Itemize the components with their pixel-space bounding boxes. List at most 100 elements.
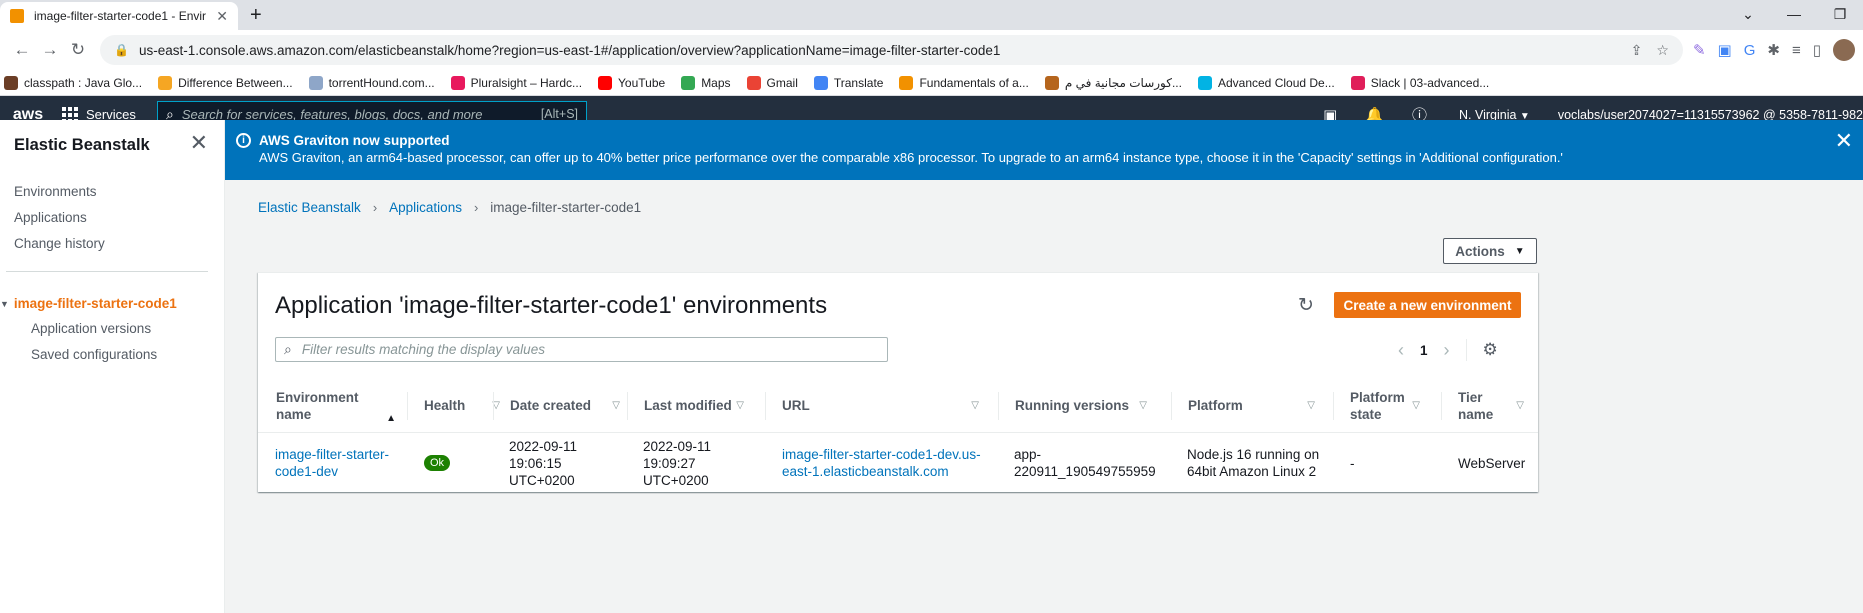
sort-icon[interactable]: ▽ <box>1516 397 1524 414</box>
reload-icon[interactable]: ↻ <box>64 40 92 60</box>
column-url[interactable]: URL ▽ <box>782 378 989 433</box>
breadcrumb-applications[interactable]: Applications <box>389 200 462 215</box>
create-environment-button[interactable]: Create a new environment <box>1334 292 1521 318</box>
bookmark-star-icon[interactable]: ☆ <box>1656 42 1669 59</box>
search-icon: ⌕ <box>284 341 292 357</box>
sidebar-item-application-versions[interactable]: Application versions <box>31 321 151 336</box>
browser-tab[interactable]: image-filter-starter-code1 - Envir ✕ <box>0 2 238 30</box>
bookmark-item[interactable]: كورسات مجانية في م... <box>1044 75 1182 90</box>
column-divider <box>493 392 494 420</box>
bookmark-item[interactable]: Fundamentals of a... <box>899 75 1029 90</box>
current-page[interactable]: 1 <box>1420 343 1428 358</box>
bookmark-favicon-icon <box>4 75 18 90</box>
translate-extension-icon[interactable]: G <box>1744 42 1756 59</box>
column-environment-name[interactable]: Environment name ▲ <box>276 378 406 433</box>
tab-title: image-filter-starter-code1 - Envir <box>34 9 207 23</box>
restore-icon[interactable]: ❐ <box>1817 0 1863 28</box>
minimize-icon[interactable]: — <box>1771 0 1817 28</box>
sort-icon[interactable]: ▽ <box>736 397 744 414</box>
screen-extension-icon[interactable]: ▣ <box>1718 41 1732 59</box>
refresh-icon[interactable]: ↻ <box>1298 294 1314 317</box>
health-badge: Ok <box>424 455 451 471</box>
breadcrumb-current: image-filter-starter-code1 <box>490 200 642 215</box>
actions-button[interactable]: Actions ▼ <box>1443 238 1537 264</box>
sort-icon[interactable]: ▽ <box>1412 397 1420 414</box>
cell-last-modified: 2022-09-11 19:09:27 UTC+0200 <box>643 438 712 488</box>
cell-tier-name: WebServer <box>1458 455 1526 471</box>
sidebar-item-saved-configurations[interactable]: Saved configurations <box>31 347 157 362</box>
browser-tab-bar: image-filter-starter-code1 - Envir ✕ + ⌄… <box>0 0 1863 30</box>
chevron-down-icon[interactable]: ⌄ <box>1725 0 1771 28</box>
forward-icon[interactable]: → <box>36 40 64 60</box>
caret-down-icon[interactable]: ▼ <box>0 299 9 309</box>
column-running-versions[interactable]: Running versions ▽ <box>1015 378 1157 433</box>
back-icon[interactable]: ← <box>8 40 36 60</box>
column-health[interactable]: Health ▽ <box>424 378 510 433</box>
bookmark-label: torrentHound.com... <box>328 75 435 90</box>
bookmark-favicon-icon <box>1044 75 1059 90</box>
filter-box[interactable]: ⌕ <box>275 337 888 362</box>
next-page-icon[interactable]: › <box>1444 340 1450 361</box>
column-divider <box>1441 392 1442 420</box>
column-platform-state[interactable]: Platform state ▽ <box>1350 378 1430 433</box>
column-divider <box>407 392 408 420</box>
profile-avatar[interactable] <box>1833 39 1855 61</box>
sidebar-item-environments[interactable]: Environments <box>14 184 97 199</box>
sidebar-item-applications[interactable]: Applications <box>14 210 87 225</box>
previous-page-icon[interactable]: ‹ <box>1398 340 1404 361</box>
environment-link[interactable]: image-filter-starter-code1-dev <box>275 446 400 480</box>
bookmark-item[interactable]: Translate <box>813 75 884 90</box>
sidebar-item-change-history[interactable]: Change history <box>14 236 105 251</box>
lock-icon[interactable]: 🔒 <box>114 43 129 57</box>
close-sidebar-icon[interactable]: ✕ <box>190 132 208 154</box>
bookmark-item[interactable]: classpath : Java Glo... <box>4 75 142 90</box>
breadcrumb-elastic-beanstalk[interactable]: Elastic Beanstalk <box>258 200 361 215</box>
table-row: image-filter-starter-code1-dev Ok 2022-0… <box>258 433 1538 493</box>
table-header: Environment name ▲ Health ▽ Date created… <box>258 378 1538 433</box>
filter-input[interactable] <box>301 342 879 357</box>
sort-icon[interactable]: ▽ <box>1307 397 1315 414</box>
pager-divider <box>1465 339 1467 361</box>
bookmarks-bar: classpath : Java Glo... Difference Betwee… <box>0 70 1863 96</box>
sort-icon[interactable]: ▽ <box>612 397 620 414</box>
bookmark-favicon-icon <box>308 75 323 90</box>
new-tab-icon[interactable]: + <box>250 2 262 30</box>
column-date-created[interactable]: Date created ▽ <box>510 378 630 433</box>
url-field[interactable]: 🔒 us-east-1.console.aws.amazon.com/elast… <box>100 35 1683 65</box>
column-divider <box>1333 392 1334 420</box>
sort-icon[interactable]: ▽ <box>971 397 979 414</box>
bookmark-label: Translate <box>833 75 884 90</box>
pen-extension-icon[interactable]: ✎ <box>1693 41 1706 59</box>
bookmark-label: كورسات مجانية في م... <box>1064 75 1182 90</box>
sort-icon[interactable]: ▽ <box>1139 397 1147 414</box>
bookmark-item[interactable]: Difference Between... <box>158 75 293 90</box>
bookmark-item[interactable]: Slack | 03-advanced... <box>1350 75 1489 90</box>
side-panel-icon[interactable]: ▯ <box>1813 41 1821 59</box>
gear-icon[interactable]: ⚙ <box>1483 340 1498 360</box>
column-divider <box>765 392 766 420</box>
column-platform[interactable]: Platform ▽ <box>1188 378 1325 433</box>
environment-url-link[interactable]: image-filter-starter-code1-dev.us-east-1… <box>782 446 982 480</box>
close-tab-icon[interactable]: ✕ <box>216 8 228 25</box>
reading-list-icon[interactable]: ≡ <box>1792 42 1801 59</box>
bookmark-item[interactable]: torrentHound.com... <box>308 75 435 90</box>
bookmark-item[interactable]: Pluralsight – Hardc... <box>450 75 582 90</box>
url-text[interactable]: us-east-1.console.aws.amazon.com/elastic… <box>139 43 1631 58</box>
sort-ascending-icon[interactable]: ▲ <box>386 410 396 427</box>
extensions-area: ✎ ▣ G ✱ ≡ ▯ <box>1693 39 1855 61</box>
cell-environment-name: image-filter-starter-code1-dev <box>275 433 400 493</box>
dismiss-banner-icon[interactable]: ✕ <box>1835 130 1853 152</box>
bookmark-favicon-icon <box>681 75 696 90</box>
bookmark-label: Maps <box>701 75 731 90</box>
sidebar-item-application[interactable]: ▼ image-filter-starter-code1 <box>0 296 177 311</box>
column-last-modified[interactable]: Last modified ▽ <box>644 378 754 433</box>
bookmark-item[interactable]: YouTube <box>598 75 665 90</box>
share-icon[interactable]: ⇪ <box>1631 42 1643 59</box>
bookmark-item[interactable]: Gmail <box>746 75 798 90</box>
puzzle-extensions-icon[interactable]: ✱ <box>1767 41 1780 59</box>
bookmark-item[interactable]: Maps <box>681 75 731 90</box>
column-tier-name[interactable]: Tier name ▽ <box>1458 378 1528 433</box>
column-label: Last modified <box>644 398 732 413</box>
bookmark-item[interactable]: Advanced Cloud De... <box>1197 75 1335 90</box>
column-label: URL <box>782 398 810 413</box>
